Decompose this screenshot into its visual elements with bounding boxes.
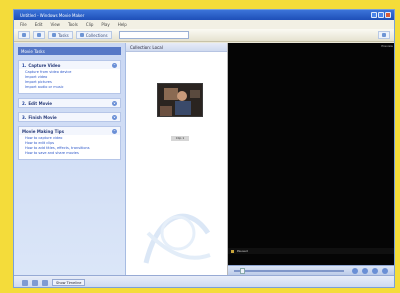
menu-tools[interactable]: Tools bbox=[68, 22, 78, 27]
chevron-down-icon[interactable]: v bbox=[112, 100, 117, 106]
collections-button[interactable]: Collections bbox=[75, 31, 112, 39]
preview-status-text: Paused bbox=[237, 249, 248, 253]
window-controls bbox=[371, 12, 391, 18]
preview-monitor: Preview bbox=[228, 43, 394, 265]
movie-tasks-pane: Movie Tasks 1. Capture Video ^ Capture f… bbox=[14, 43, 126, 275]
menu-view[interactable]: View bbox=[50, 22, 60, 27]
collections-icon bbox=[79, 33, 84, 37]
maximize-button[interactable] bbox=[378, 12, 384, 18]
chevron-up-icon[interactable]: ^ bbox=[112, 128, 117, 134]
tasks-label: Tasks bbox=[58, 32, 69, 38]
window-title: Untitled - Windows Movie Maker bbox=[20, 13, 85, 18]
tasks-button[interactable]: Tasks bbox=[48, 31, 73, 39]
clip-caption: Clip 1 bbox=[171, 136, 189, 141]
task-link[interactable]: Import audio or music bbox=[25, 85, 114, 90]
close-button[interactable] bbox=[385, 12, 391, 18]
section-header[interactable]: 1. Capture Video ^ bbox=[19, 61, 120, 69]
minimize-button[interactable] bbox=[371, 12, 377, 18]
clip-image-icon bbox=[158, 84, 202, 116]
film-watermark-icon bbox=[143, 213, 211, 264]
view-options-button[interactable] bbox=[378, 31, 390, 39]
status-indicator-icon bbox=[231, 249, 234, 253]
back-arrow-icon bbox=[22, 33, 26, 37]
show-timeline-button[interactable]: Show Timeline bbox=[52, 279, 86, 286]
chevron-down-icon[interactable]: v bbox=[112, 114, 117, 120]
seek-handle[interactable] bbox=[240, 268, 245, 274]
toolbar: Tasks Collections bbox=[14, 29, 394, 42]
back-button[interactable] bbox=[18, 31, 30, 39]
play-button[interactable] bbox=[352, 268, 358, 274]
collections-label: Collections bbox=[85, 32, 108, 38]
views-icon bbox=[382, 33, 386, 37]
previous-frame-button[interactable] bbox=[372, 268, 378, 274]
forward-arrow-icon bbox=[37, 33, 41, 37]
storyboard-bar: Show Timeline bbox=[14, 275, 394, 287]
collection-header: Collection: Local bbox=[126, 43, 227, 52]
section-header[interactable]: Movie Making Tips ^ bbox=[19, 127, 120, 135]
playback-controls bbox=[228, 265, 394, 275]
preview-status-bar: Paused bbox=[228, 248, 394, 254]
seek-bar[interactable] bbox=[234, 270, 344, 272]
zoom-out-icon[interactable] bbox=[32, 279, 38, 286]
menu-play[interactable]: Play bbox=[101, 22, 109, 27]
section-header[interactable]: 3. Finish Movie v bbox=[19, 113, 120, 121]
title-bar: Untitled - Windows Movie Maker bbox=[14, 10, 394, 20]
next-frame-button[interactable] bbox=[382, 268, 388, 274]
menu-file[interactable]: File bbox=[20, 22, 27, 27]
forward-button[interactable] bbox=[33, 31, 45, 39]
chevron-up-icon[interactable]: ^ bbox=[112, 62, 117, 68]
pane-header: Movie Tasks bbox=[18, 47, 121, 55]
rewind-storyboard-icon[interactable] bbox=[42, 279, 48, 286]
menu-clip[interactable]: Clip bbox=[86, 22, 94, 27]
section-header[interactable]: 2. Edit Movie v bbox=[19, 99, 120, 107]
menu-edit[interactable]: Edit bbox=[35, 22, 43, 27]
task-section-tips: Movie Making Tips ^ How to capture video… bbox=[18, 126, 121, 160]
task-section-finish: 3. Finish Movie v bbox=[18, 112, 121, 122]
tasks-icon bbox=[52, 33, 56, 37]
tip-link[interactable]: How to save and share movies bbox=[25, 151, 114, 156]
task-section-capture: 1. Capture Video ^ Capture from video de… bbox=[18, 60, 121, 94]
video-clip-thumbnail[interactable] bbox=[157, 83, 203, 117]
preview-title: Preview bbox=[381, 44, 393, 48]
collection-select[interactable] bbox=[118, 31, 189, 39]
zoom-in-icon[interactable] bbox=[22, 279, 28, 286]
task-section-edit: 2. Edit Movie v bbox=[18, 98, 121, 108]
stop-button[interactable] bbox=[362, 268, 368, 274]
movie-maker-window: Untitled - Windows Movie Maker File Edit… bbox=[13, 9, 395, 288]
collection-pane: Collection: Local Clip 1 bbox=[126, 43, 228, 275]
menu-bar: File Edit View Tools Clip Play Help bbox=[14, 20, 394, 29]
menu-help[interactable]: Help bbox=[118, 22, 127, 27]
